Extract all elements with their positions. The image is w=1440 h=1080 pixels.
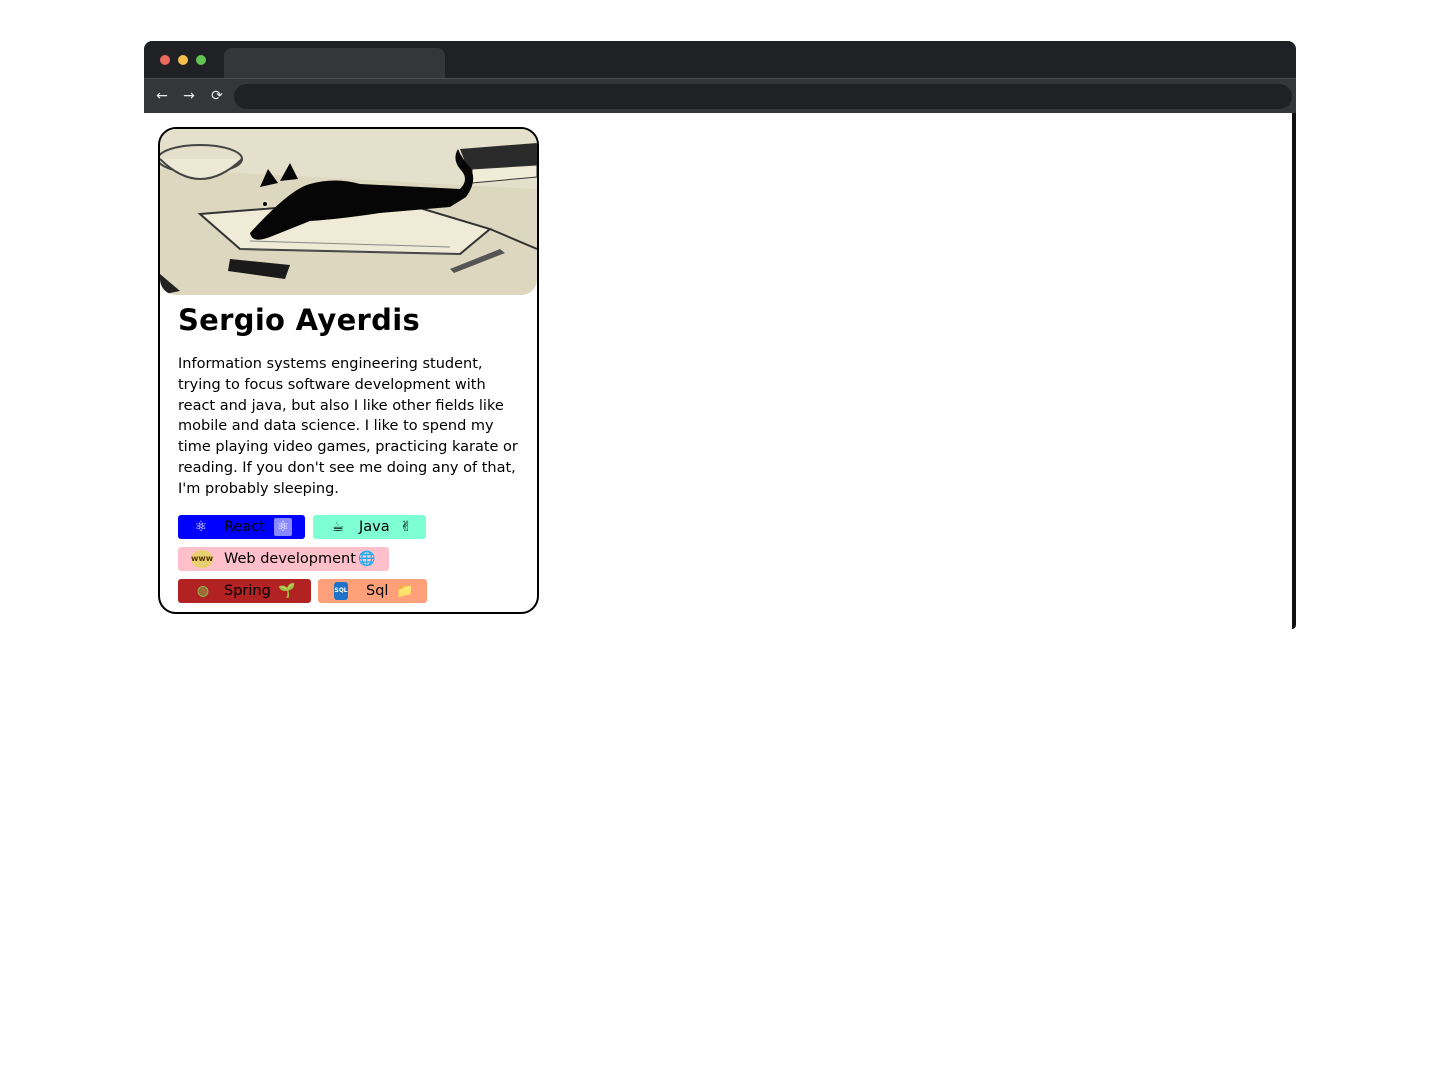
- tag-label: Java: [359, 519, 390, 535]
- tag-label: Spring: [224, 583, 271, 599]
- react-atom-icon: ⚛: [274, 518, 292, 536]
- browser-titlebar: [144, 41, 1296, 78]
- tag-java: ☕ Java ✌: [313, 515, 426, 539]
- forward-arrow-icon[interactable]: →: [179, 86, 199, 106]
- tag-react: ⚛ React ⚛: [178, 515, 305, 539]
- tag-sql: SQL Sql 📁: [318, 579, 427, 603]
- victory-hand-icon: ✌: [400, 519, 412, 535]
- browser-window: ← → ⟳ Sergio Ayerdis Information systems…: [144, 41, 1296, 629]
- globe-icon: 🌐: [358, 551, 376, 567]
- www-icon: www: [191, 550, 213, 568]
- tag-spring: ◍ Spring 🌱: [178, 579, 311, 603]
- close-window-button[interactable]: [160, 55, 170, 65]
- tag-web-development: www Web development 🌐: [178, 547, 389, 571]
- tag-label: React: [224, 519, 265, 535]
- browser-toolbar: ← → ⟳: [144, 78, 1296, 113]
- address-bar[interactable]: [234, 84, 1292, 109]
- sql-database-icon: SQL: [334, 582, 348, 600]
- tag-label: Web development: [224, 551, 356, 567]
- profile-bio: Information systems engineering student,…: [178, 356, 518, 497]
- minimize-window-button[interactable]: [178, 55, 188, 65]
- profile-name: Sergio Ayerdis: [178, 303, 421, 337]
- java-cup-icon: ☕: [331, 519, 345, 535]
- maximize-window-button[interactable]: [196, 55, 206, 65]
- tag-label: Sql: [366, 583, 389, 599]
- react-atom-icon: ⚛: [194, 519, 208, 535]
- profile-card: Sergio Ayerdis Information systems engin…: [158, 127, 539, 614]
- back-arrow-icon[interactable]: ←: [152, 86, 172, 106]
- browser-tab[interactable]: [224, 48, 445, 78]
- folder-icon: 📁: [396, 583, 414, 599]
- cat-illustration-image: [160, 129, 537, 295]
- viewport-edge: [1292, 113, 1296, 629]
- page-viewport: Sergio Ayerdis Information systems engin…: [144, 113, 1296, 629]
- seedling-icon: 🌱: [278, 583, 296, 599]
- reload-icon[interactable]: ⟳: [207, 86, 227, 106]
- spring-leaf-icon: ◍: [196, 583, 210, 599]
